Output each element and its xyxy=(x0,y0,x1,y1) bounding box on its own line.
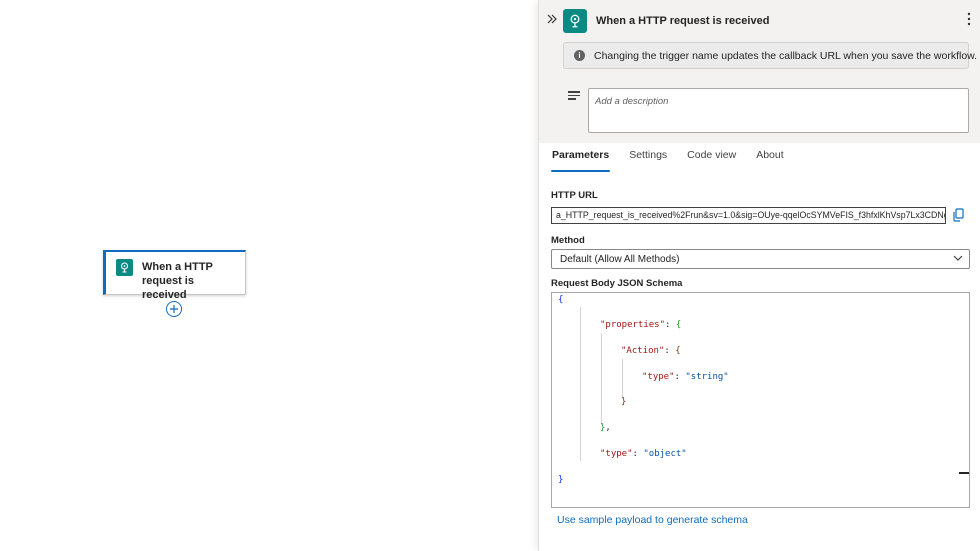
text-cursor xyxy=(959,472,969,474)
description-icon xyxy=(568,91,580,101)
tab-settings[interactable]: Settings xyxy=(628,148,668,172)
method-dropdown[interactable]: Default (Allow All Methods) xyxy=(551,249,970,269)
code-token: } xyxy=(621,397,627,407)
chevron-down-icon xyxy=(953,255,963,261)
add-step-button[interactable] xyxy=(166,301,182,317)
http-request-icon xyxy=(563,9,587,33)
trigger-node[interactable]: When a HTTP request is received xyxy=(103,250,246,301)
method-value: Default (Allow All Methods) xyxy=(560,254,680,265)
panel-tabs: Parameters Settings Code view About xyxy=(551,148,803,172)
details-panel: When a HTTP request is received i Changi… xyxy=(538,0,980,551)
http-url-field[interactable]: a_HTTP_request_is_received%2Frun&sv=1.0&… xyxy=(551,207,946,224)
method-label: Method xyxy=(551,235,585,246)
info-message-text: Changing the trigger name updates the ca… xyxy=(594,49,978,62)
http-url-label: HTTP URL xyxy=(551,190,598,201)
more-options-icon[interactable] xyxy=(967,12,971,26)
code-token: } xyxy=(558,475,564,485)
tab-parameters[interactable]: Parameters xyxy=(551,148,611,172)
tab-about[interactable]: About xyxy=(755,148,784,172)
code-token: "properties" xyxy=(600,320,666,330)
code-token: "type" xyxy=(600,449,633,459)
code-token: "object" xyxy=(643,449,687,459)
sample-payload-link[interactable]: Use sample payload to generate schema xyxy=(557,514,748,526)
panel-header: When a HTTP request is received i Changi… xyxy=(539,0,980,143)
trigger-node-title: When a HTTP request is received xyxy=(142,261,213,301)
description-input[interactable]: Add a description xyxy=(588,88,969,133)
code-token: "string" xyxy=(685,372,729,382)
tab-code-view[interactable]: Code view xyxy=(686,148,737,172)
schema-editor[interactable]: { "properties": { "Action": { "type": "s… xyxy=(551,292,970,508)
code-token: "Action" xyxy=(621,346,665,356)
collapse-panel-icon[interactable] xyxy=(546,13,558,27)
info-icon: i xyxy=(574,50,585,61)
info-message-bar: i Changing the trigger name updates the … xyxy=(563,42,977,69)
code-token: { xyxy=(558,295,564,305)
workflow-canvas[interactable]: When a HTTP request is received xyxy=(0,0,538,551)
copy-icon[interactable] xyxy=(952,208,965,222)
code-token: "type" xyxy=(642,372,675,382)
schema-label: Request Body JSON Schema xyxy=(551,278,683,289)
plus-icon xyxy=(170,305,178,313)
http-request-icon xyxy=(116,259,133,276)
panel-title[interactable]: When a HTTP request is received xyxy=(596,15,769,27)
